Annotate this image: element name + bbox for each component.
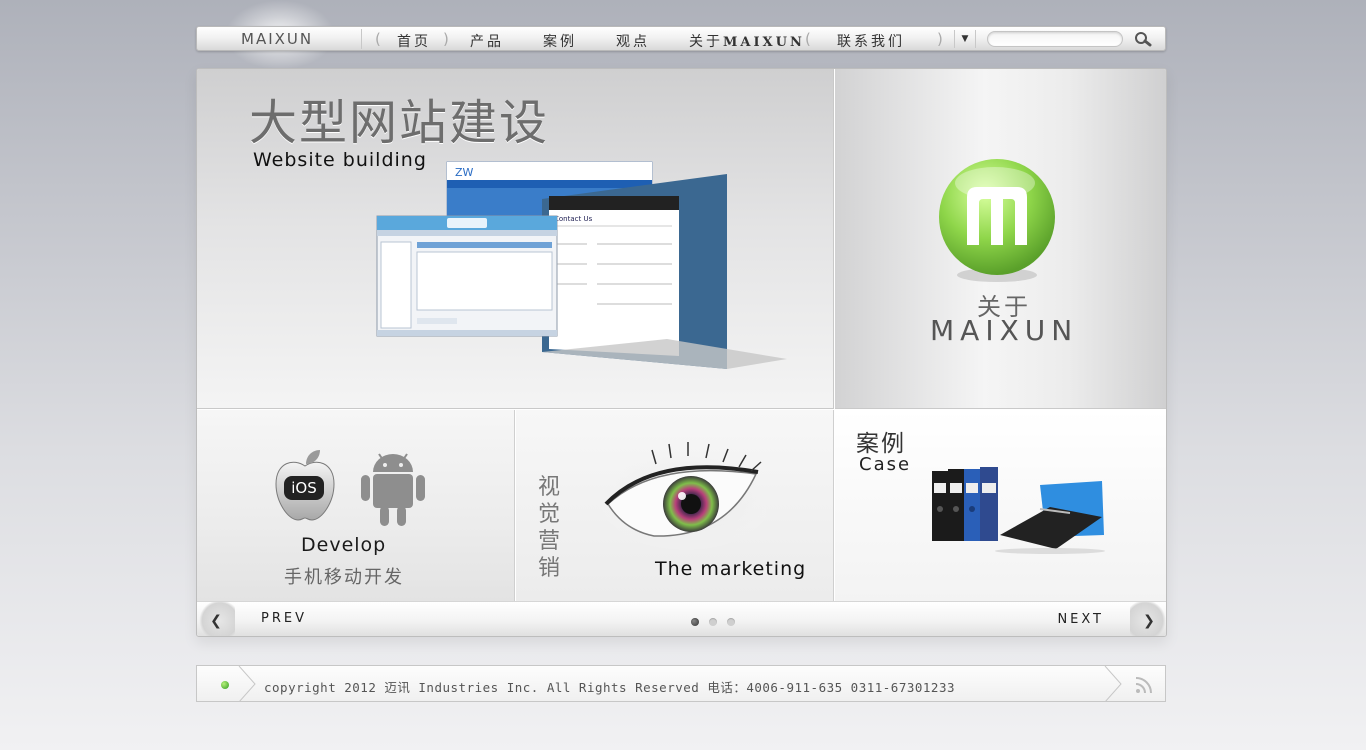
nav-separator — [361, 29, 362, 49]
copyright-text: copyright 2012 迈讯 Industries Inc. All Ri… — [264, 680, 955, 695]
tile-website-building[interactable]: 大型网站建设 Website building ZW Contact Us — [197, 69, 834, 409]
maixun-logo-icon — [939, 159, 1055, 282]
nav-item-about[interactable]: 关于MAIXUN — [689, 31, 805, 51]
feature-panel: 大型网站建设 Website building ZW Contact Us 关于… — [196, 68, 1167, 637]
android-icon — [361, 453, 425, 526]
svg-text:ZW: ZW — [455, 166, 474, 179]
chevron-right-icon: ❯ — [1143, 612, 1155, 629]
search-box — [987, 31, 1123, 51]
nav-dropdown-button[interactable]: ▼ — [954, 30, 976, 48]
search-button[interactable] — [1133, 30, 1153, 48]
next-button[interactable]: NEXT — [1057, 612, 1104, 627]
nav-item-products[interactable]: 产品 — [470, 31, 504, 51]
tile-about-brand: MAIXUN — [930, 314, 1079, 347]
nav-paren: ) — [443, 30, 449, 48]
status-dot-icon — [221, 681, 229, 689]
tile-case-title: 案例 — [856, 431, 906, 457]
footer: copyright 2012 迈讯 Industries Inc. All Ri… — [196, 665, 1166, 702]
chevron-divider-icon — [238, 666, 256, 702]
svg-text:iOS: iOS — [291, 479, 317, 497]
tile-develop[interactable]: iOS Develop 手机移动开发 — [197, 410, 515, 601]
prev-button[interactable]: PREV — [261, 611, 307, 626]
nav-paren: ( — [375, 30, 381, 48]
folders-illustration — [932, 467, 1105, 554]
tile-visual-subtitle: The marketing — [655, 558, 807, 580]
slider-pagination — [691, 618, 735, 626]
rss-icon — [1135, 677, 1152, 694]
slider-dot[interactable] — [727, 618, 735, 626]
tile-case-subtitle: Case — [859, 454, 912, 475]
rss-button[interactable] — [1135, 676, 1153, 694]
search-icon — [1135, 32, 1152, 47]
apple-ios-icon: iOS — [275, 450, 335, 521]
nav-item-about-label: 关于 — [689, 34, 723, 50]
search-input[interactable] — [988, 37, 1122, 51]
tile-develop-subtitle: 手机移动开发 — [284, 567, 404, 588]
svg-text:Contact Us: Contact Us — [554, 215, 593, 223]
website-mockup-illustration: ZW Contact Us — [376, 161, 787, 369]
nav-paren: ( — [805, 30, 811, 48]
tile-visual-marketing[interactable]: 视觉营销 The marketing — [516, 410, 834, 601]
chevron-divider-icon — [1104, 666, 1122, 702]
tile-case[interactable]: 案例 Case — [835, 410, 1166, 601]
nav-item-insights[interactable]: 观点 — [616, 31, 650, 51]
slider-dot[interactable] — [691, 618, 699, 626]
nav-item-cases[interactable]: 案例 — [543, 31, 577, 51]
tile-visual-title: 视觉营销 — [538, 475, 561, 581]
prev-arrow-button[interactable]: ❮ — [197, 602, 235, 636]
slider-controls: ❮ PREV NEXT ❯ — [197, 601, 1166, 636]
top-nav: MAIXUN ( 首页 ) 产品 案例 观点 关于MAIXUN ( 联系我们 )… — [196, 26, 1166, 51]
next-arrow-button[interactable]: ❯ — [1130, 602, 1166, 636]
tile-about[interactable]: 关于 MAIXUN — [835, 69, 1166, 409]
caret-down-icon: ▼ — [961, 34, 969, 44]
nav-item-contact[interactable]: 联系我们 — [837, 31, 905, 51]
nav-paren: ) — [937, 30, 943, 48]
nav-item-about-brand: MAIXUN — [723, 35, 805, 50]
tile-develop-title: Develop — [301, 534, 387, 556]
slider-dot[interactable] — [709, 618, 717, 626]
tile-website-title: 大型网站建设 — [249, 95, 550, 151]
nav-logo[interactable]: MAIXUN — [241, 30, 313, 48]
eye-illustration — [601, 442, 766, 550]
nav-item-home[interactable]: 首页 — [397, 31, 431, 51]
chevron-left-icon: ❮ — [210, 612, 222, 629]
